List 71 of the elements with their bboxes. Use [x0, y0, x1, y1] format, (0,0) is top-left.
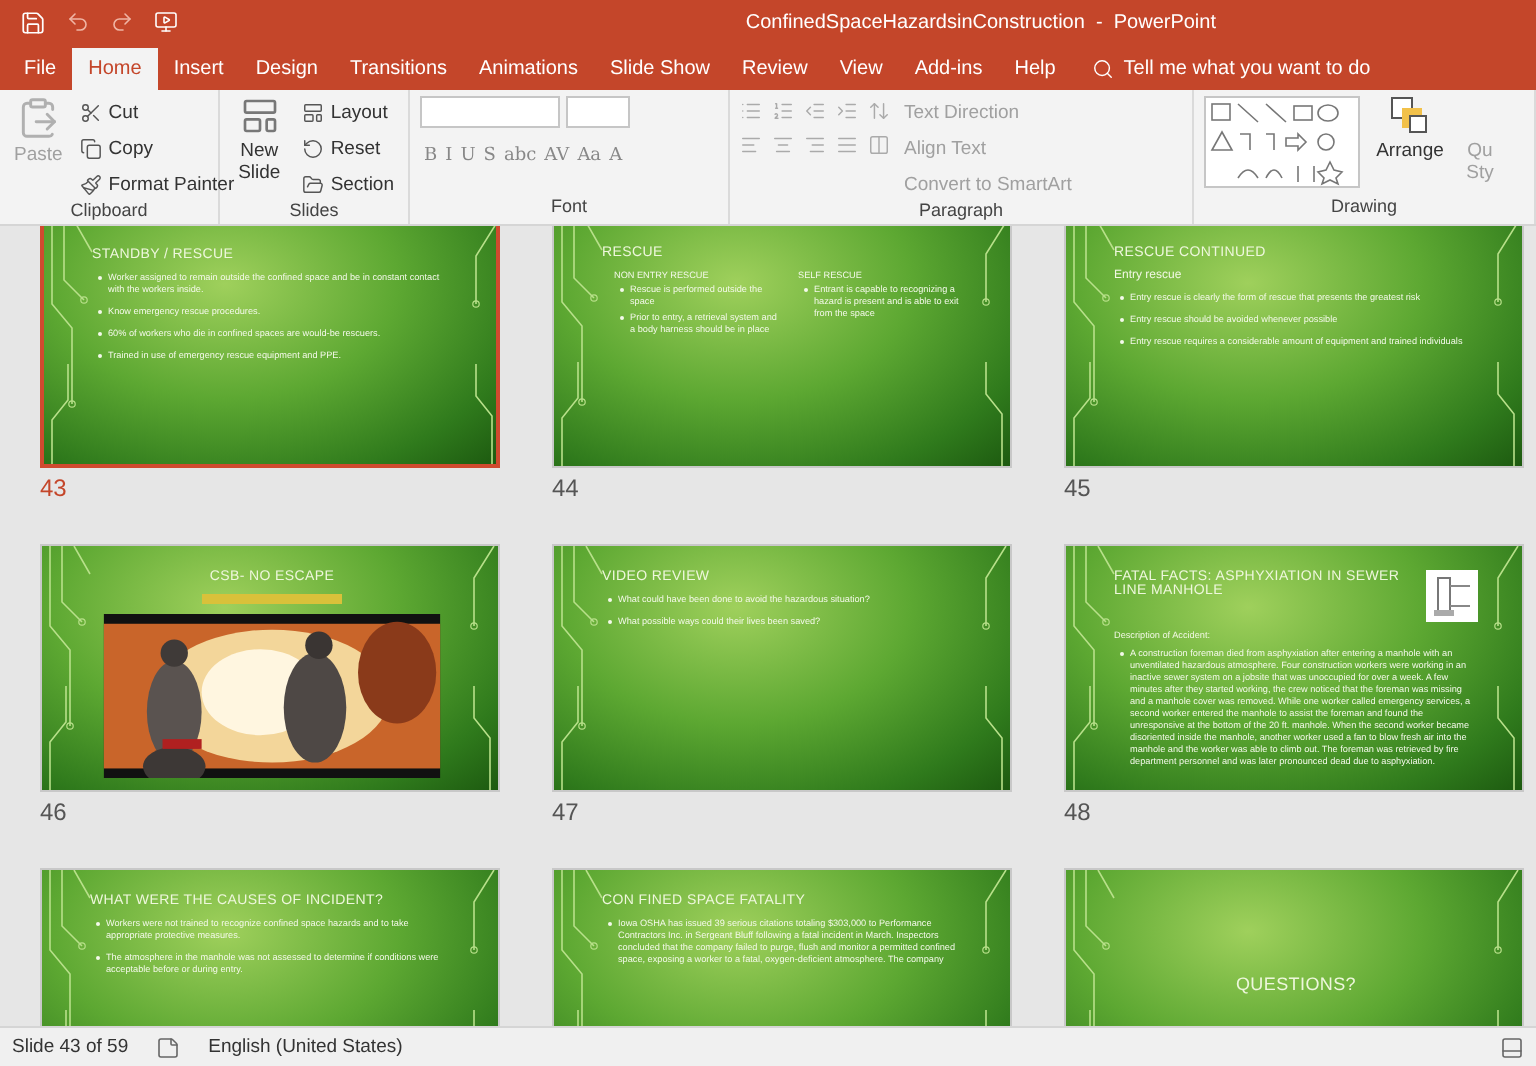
arrange-icon [1390, 96, 1430, 136]
align-right-icon [804, 134, 826, 156]
copy-icon [80, 137, 103, 159]
undo-icon [66, 10, 90, 34]
layout-icon [302, 101, 325, 123]
increase-indent-icon [836, 100, 858, 122]
ribbon-tab[interactable]: Animations [463, 48, 594, 90]
ribbon-tab[interactable]: Transitions [333, 48, 464, 90]
ribbon-tab[interactable]: Review [726, 48, 824, 90]
slides-button[interactable]: Section [298, 168, 398, 200]
font-format-button[interactable]: Aa [573, 140, 606, 172]
slide-number: 48 [1064, 796, 1093, 830]
language-indicator[interactable]: English (United States) [208, 1036, 403, 1058]
save-icon [20, 9, 46, 35]
group-label: Slides [287, 200, 341, 224]
arrange-button[interactable]: Arrange [1370, 96, 1450, 196]
font-size-field[interactable] [566, 96, 630, 128]
font-format-button[interactable]: A [605, 140, 627, 172]
clipboard-button[interactable]: Format Painter [76, 168, 239, 200]
font-format-button[interactable]: U [456, 140, 480, 172]
search-icon [1091, 58, 1114, 80]
ribbon-tab[interactable]: Design [239, 48, 334, 90]
justify-icon [836, 134, 858, 156]
slide-icon [239, 96, 280, 136]
numbered-list-icon [772, 100, 794, 122]
paintbrush-icon [80, 173, 103, 195]
group-label: Font [548, 196, 589, 220]
font-name-field[interactable] [420, 96, 560, 128]
group-label: Paragraph [916, 200, 1006, 224]
align-left-icon [740, 134, 762, 156]
font-format-button[interactable]: AV [540, 140, 574, 172]
shapes-gallery[interactable] [1204, 96, 1360, 188]
slide-number: 46 [40, 796, 69, 830]
font-format-button[interactable]: S [479, 140, 500, 172]
group-label: Clipboard [68, 200, 150, 224]
align-center-icon [772, 134, 794, 156]
slides-button[interactable]: Reset [298, 132, 398, 164]
slide-number: 45 [1064, 472, 1093, 506]
ribbon-tab[interactable]: Insert [157, 48, 240, 90]
columns-icon [868, 134, 890, 156]
slide-number: 44 [552, 472, 581, 506]
slide-number: 47 [552, 796, 581, 830]
section-icon [302, 173, 325, 195]
ribbon-tab[interactable]: File [8, 48, 73, 90]
paste-icon [16, 96, 61, 140]
clipboard-button[interactable]: Copy [76, 132, 239, 164]
font-format-button[interactable]: I [441, 140, 457, 172]
window-title: ConfinedSpaceHazardsinConstruction - PowerPoint [745, 11, 1216, 33]
ribbon-tab[interactable]: Home [72, 48, 158, 90]
ribbon-tab[interactable]: Help [998, 48, 1072, 90]
slide-counter: Slide 43 of 59 [12, 1036, 129, 1058]
slide-title: QUESTIONS? [1235, 974, 1356, 994]
redo-icon [110, 10, 134, 34]
font-format-button[interactable]: abc [499, 140, 541, 172]
ribbon-tab[interactable]: View [823, 48, 899, 90]
ribbon-tab[interactable]: Add-ins [898, 48, 999, 90]
line-spacing-icon [868, 100, 890, 122]
tell-me-field[interactable]: Tell me what you want to do [1123, 58, 1371, 80]
group-label: Drawing [1328, 196, 1399, 220]
ribbon-tab[interactable]: Slide Show [593, 48, 727, 90]
clipboard-button[interactable]: Cut [76, 96, 239, 128]
slides-button[interactable]: Layout [298, 96, 398, 128]
decrease-indent-icon [804, 100, 826, 122]
notes-icon [156, 1035, 181, 1059]
font-format-button[interactable]: B [420, 140, 442, 172]
reset-icon [302, 137, 325, 159]
slide-number: 43 [40, 472, 69, 506]
presentation-icon [154, 10, 178, 34]
notes-view-icon [1500, 1035, 1524, 1059]
scissors-icon [80, 101, 103, 123]
link-highlight [202, 594, 342, 604]
